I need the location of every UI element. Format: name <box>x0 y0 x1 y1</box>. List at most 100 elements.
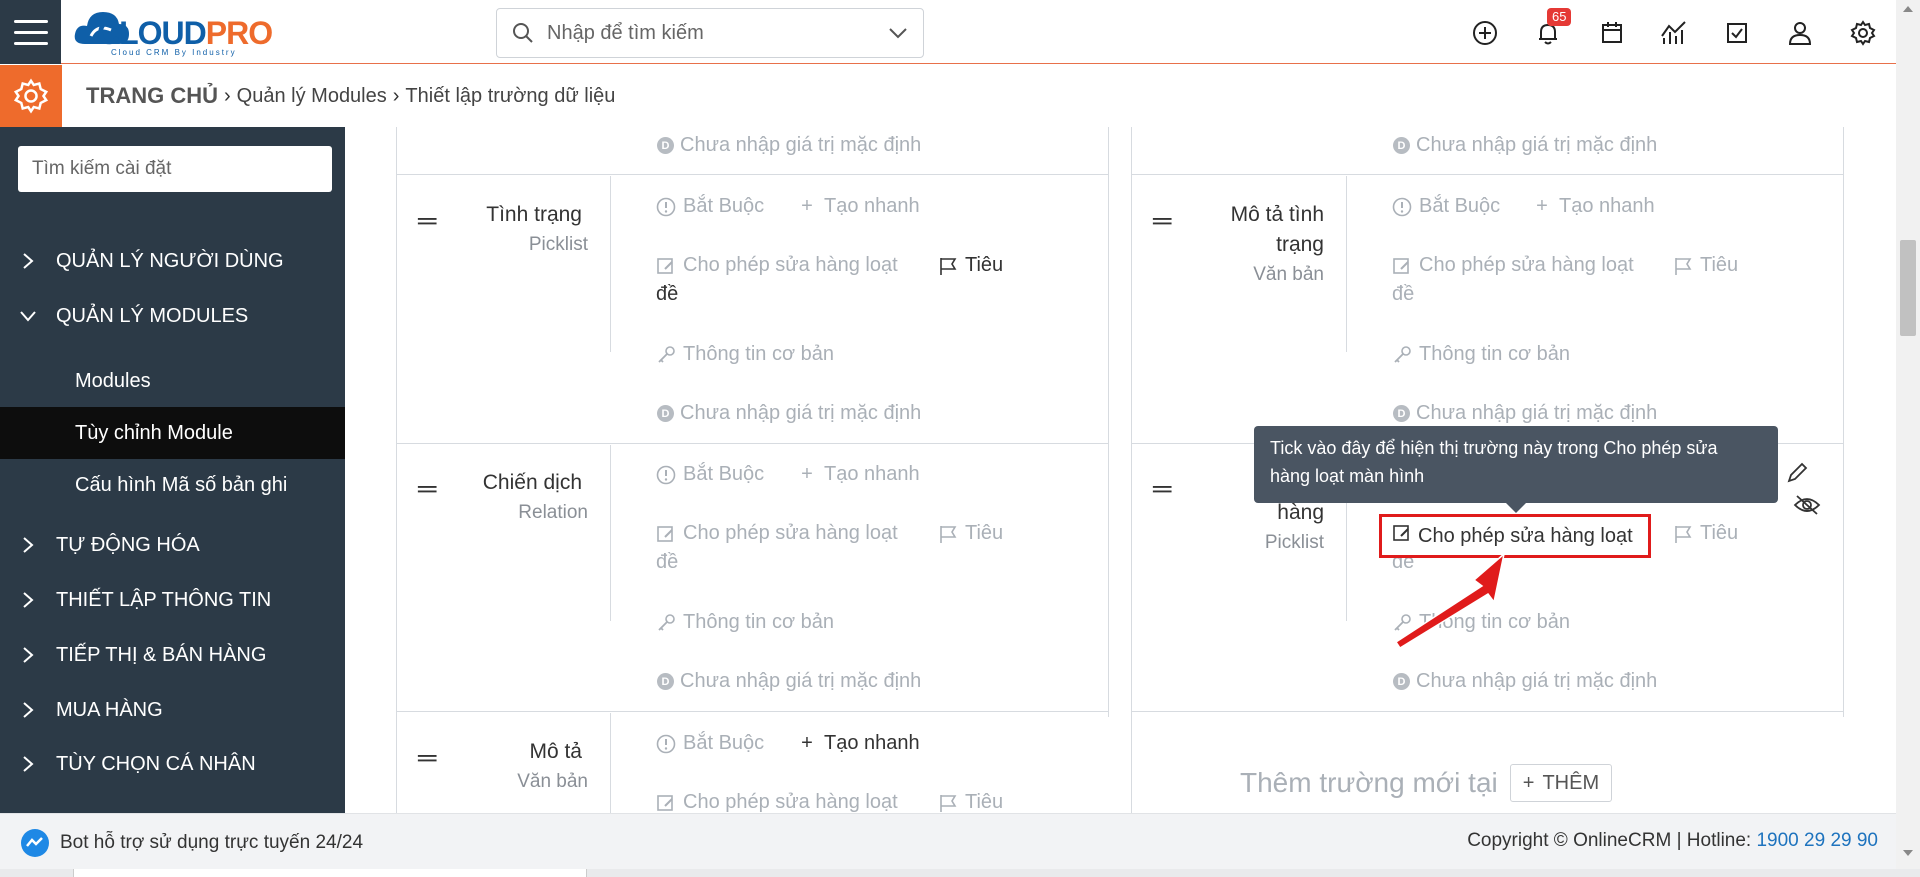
default-value-option[interactable]: D Chưa nhập giá trị mặc định <box>1393 670 1657 693</box>
flag-icon <box>1672 523 1694 545</box>
row-border <box>396 174 1109 175</box>
mass-edit-icon <box>1392 523 1412 549</box>
scroll-down-icon[interactable] <box>1903 850 1913 856</box>
field-name: Chiến dịch <box>482 471 582 494</box>
plus-circle-icon[interactable] <box>1470 18 1500 48</box>
chevron-down-icon[interactable] <box>887 23 909 43</box>
hotline-label: Hotline: <box>1686 830 1752 851</box>
settings-gear-icon[interactable] <box>0 65 62 127</box>
sidebar-section-marketing-sales[interactable]: TIẾP THỊ & BÁN HÀNG <box>0 631 345 679</box>
default-value-option[interactable]: D Chưa nhập giá trị mặc định <box>657 402 921 425</box>
mass-edit-option[interactable]: Cho phép sửa hàng loạt <box>655 522 898 545</box>
hamburger-bar <box>13 19 48 23</box>
menu-toggle-button[interactable] <box>0 0 61 64</box>
mass-edit-option[interactable]: Cho phép sửa hàng loạt <box>655 254 898 277</box>
basic-info-option[interactable]: Thông tin cơ bản <box>655 611 834 634</box>
quick-create-option[interactable]: + Tạo nhanh <box>1531 195 1654 218</box>
default-value-option[interactable]: D Chưa nhập giá trị mặc định <box>1393 402 1657 425</box>
cell-divider <box>610 176 611 352</box>
checkbox-icon[interactable] <box>1722 18 1752 48</box>
row-border <box>1131 711 1844 712</box>
sidebar-item-modules[interactable]: Modules <box>0 355 345 407</box>
default-value-option[interactable]: D Chưa nhập giá trị mặc định <box>657 670 921 693</box>
required-option[interactable]: Bắt Buộc <box>655 463 764 486</box>
sidebar-item-customize-module[interactable]: Tùy chỉnh Module <box>0 407 345 459</box>
title-option[interactable]: Tiêu <box>937 522 1003 545</box>
basic-info-option[interactable]: Thông tin cơ bản <box>655 343 834 366</box>
required-option[interactable]: Bắt Buộc <box>655 195 764 218</box>
red-pointer-arrow <box>1394 551 1506 650</box>
edit-pencil-icon[interactable] <box>1786 462 1808 489</box>
default-value-option[interactable]: D Chưa nhập giá trị mặc định <box>1393 134 1657 157</box>
settings-search-input[interactable] <box>18 146 332 192</box>
basic-info-option[interactable]: Thông tin cơ bản <box>1391 343 1570 366</box>
field-type: Picklist <box>1264 532 1324 553</box>
required-option[interactable]: Bắt Buộc <box>655 732 764 755</box>
title-option[interactable]: Tiêu <box>937 254 1003 277</box>
field-name: Tình trạng <box>486 203 582 226</box>
add-field-button[interactable]: + THÊM <box>1509 764 1613 802</box>
sidebar-section-modules[interactable]: QUẢN LÝ MODULES <box>0 292 345 340</box>
breadcrumb-modules[interactable]: Quản lý Modules <box>237 85 387 108</box>
page-scrollbar[interactable] <box>1896 0 1920 869</box>
chevron-right-icon <box>0 536 56 554</box>
footer-separator: | <box>1676 830 1682 851</box>
quick-create-option[interactable]: + Tạo nhanh <box>796 732 920 755</box>
column-border <box>1108 127 1109 717</box>
exclamation-circle-icon <box>655 464 677 486</box>
footer-copyright: Copyright © OnlineCRM | Hotline: 1900 29… <box>1467 830 1878 852</box>
cloudpro-logo[interactable]: CLOUDPRO Cloud CRM By Industry <box>71 6 301 57</box>
global-search-input[interactable] <box>547 19 867 47</box>
option-label: Tạo nhanh <box>824 732 920 754</box>
plus-icon: + <box>801 732 813 754</box>
hotline-number[interactable]: 1900 29 29 90 <box>1756 830 1878 851</box>
default-d-icon: D <box>657 137 674 154</box>
hamburger-bar <box>13 30 48 34</box>
option-label: Tiêu <box>965 254 1004 276</box>
sidebar-item-record-number-config[interactable]: Cấu hình Mã số bản ghi <box>0 459 345 511</box>
default-d-icon: D <box>1393 405 1410 422</box>
tooltip-line: Tick vào đây để hiện thị trường này tron… <box>1270 438 1718 458</box>
exclamation-circle-icon <box>1391 196 1413 218</box>
scrollbar-thumb[interactable] <box>1900 240 1916 336</box>
logo-tagline: Cloud CRM By Industry <box>111 48 237 57</box>
option-label: Chưa nhập giá trị mặc định <box>680 670 922 692</box>
sidebar-section-automation[interactable]: TỰ ĐỘNG HÓA <box>0 521 345 569</box>
title-option-wrap: đề <box>1392 283 1415 305</box>
plus-icon: + <box>801 195 813 217</box>
option-label: Tiêu <box>1700 522 1739 544</box>
chart-icon[interactable] <box>1659 18 1689 48</box>
user-icon[interactable] <box>1785 18 1815 48</box>
option-label: Bắt Buộc <box>683 463 765 485</box>
option-label: Cho phép sửa hàng loạt <box>683 791 898 813</box>
breadcrumb-home[interactable]: TRANG CHỦ <box>86 83 218 109</box>
default-value-option[interactable]: D Chưa nhập giá trị mặc định <box>657 134 921 157</box>
add-field-button-label: THÊM <box>1542 771 1600 794</box>
quick-create-option[interactable]: + Tạo nhanh <box>796 195 919 218</box>
support-bot-text: Bot hỗ trợ sử dụng trực tuyến 24/24 <box>60 832 364 853</box>
sidebar-section-users[interactable]: QUẢN LÝ NGƯỜI DÙNG <box>0 237 345 285</box>
required-option[interactable]: Bắt Buộc <box>1391 195 1500 218</box>
sidebar-section-personal-options[interactable]: TÙY CHỌN CÁ NHÂN <box>0 740 345 788</box>
default-d-icon: D <box>1393 673 1410 690</box>
scroll-up-icon[interactable] <box>1903 6 1913 12</box>
mass-edit-option[interactable]: Cho phép sửa hàng loạt <box>1391 254 1634 277</box>
hide-eye-icon[interactable] <box>1793 493 1821 522</box>
quick-create-option[interactable]: + Tạo nhanh <box>796 463 919 486</box>
gear-icon[interactable] <box>1848 18 1878 48</box>
global-search[interactable] <box>496 8 924 58</box>
sidebar-section-purchasing[interactable]: MUA HÀNG <box>0 686 345 734</box>
mass-edit-icon <box>655 255 677 277</box>
title-option[interactable]: Tiêu <box>1672 522 1738 545</box>
option-label: Chưa nhập giá trị mặc định <box>1416 670 1658 692</box>
logo-accent-text: PRO <box>205 15 273 51</box>
plus-icon: + <box>801 463 813 485</box>
support-bot-link[interactable]: Bot hỗ trợ sử dụng trực tuyến 24/24 <box>20 828 363 858</box>
calendar-icon[interactable] <box>1597 18 1627 48</box>
title-option[interactable]: Tiêu <box>1672 254 1738 277</box>
mass-edit-option[interactable]: Cho phép sửa hàng loạt <box>655 791 898 814</box>
column-border <box>1843 127 1844 717</box>
title-option[interactable]: Tiêu <box>937 791 1003 814</box>
sidebar-section-info-setup[interactable]: THIẾT LẬP THÔNG TIN <box>0 576 345 624</box>
option-label: Tiêu <box>1700 254 1739 276</box>
